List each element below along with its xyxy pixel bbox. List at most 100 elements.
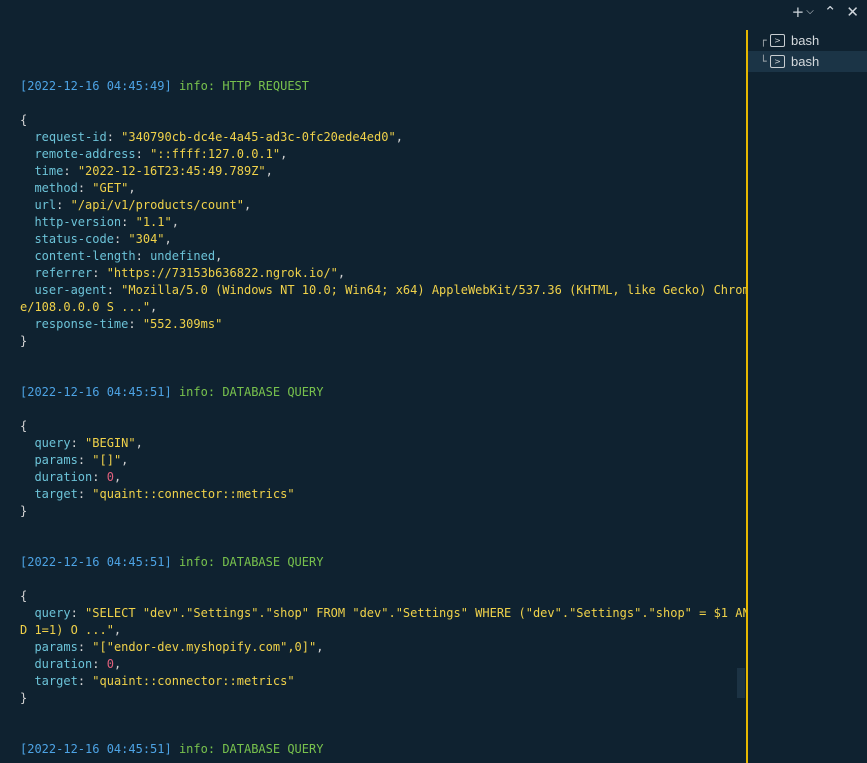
terminal-item-bash-1[interactable]: ┌ > bash: [748, 30, 867, 51]
field-value: "BEGIN": [85, 436, 136, 450]
field-key: target: [34, 674, 78, 688]
log-field: referrer: "https://73153b636822.ngrok.io…: [20, 265, 732, 282]
comma: ,: [243, 198, 252, 212]
field-key: query: [34, 606, 71, 620]
field-key: response-time: [34, 317, 129, 331]
terminal-scrollbar[interactable]: [737, 668, 745, 698]
colon: :: [121, 215, 136, 229]
log-field: request-id: "340790cb-dc4e-4a45-ad3c-0fc…: [20, 129, 732, 146]
comma: ,: [113, 623, 122, 637]
field-key: target: [34, 487, 78, 501]
colon: :: [70, 606, 86, 620]
field-value: "Mozilla/5.0 (Windows NT 10.0; Win64; x6…: [121, 283, 746, 297]
log-header: [2022-12-16 04:45:49] info: HTTP REQUEST: [20, 78, 732, 95]
brace: {: [20, 419, 28, 433]
log-message: DATABASE QUERY: [222, 742, 324, 756]
close-icon[interactable]: ✕: [846, 4, 859, 20]
colon: :: [106, 130, 122, 144]
comma: ,: [265, 164, 273, 178]
chevron-down-icon[interactable]: ⌵: [806, 4, 814, 20]
log-message: DATABASE QUERY: [222, 385, 324, 399]
colon: :: [106, 283, 122, 297]
comma: ,: [171, 215, 179, 229]
log-time: 04:45:51]: [106, 385, 172, 399]
field-value: "SELECT "dev"."Settings"."shop" FROM "de…: [85, 606, 746, 620]
colon: :: [63, 164, 78, 178]
terminal-item-label: bash: [791, 33, 820, 48]
field-value: "2022-12-16T23:45:49.789Z": [77, 164, 266, 178]
brace: }: [20, 504, 28, 518]
log-field: remote-address: "::ffff:127.0.0.1",: [20, 146, 732, 163]
comma: ,: [113, 657, 122, 671]
comma: ,: [150, 300, 158, 314]
log-time: 04:45:51]: [106, 555, 172, 569]
field-value: "1.1": [135, 215, 172, 229]
log-field: params: "[]",: [20, 452, 732, 469]
field-value: 0: [106, 657, 114, 671]
log-level: info:: [171, 742, 223, 756]
field-key: duration: [34, 657, 93, 671]
new-terminal-icon[interactable]: +: [792, 4, 805, 20]
brace: {: [20, 589, 28, 603]
log-field-wrap: D 1=1) O ...",: [20, 622, 732, 639]
field-value: "/api/v1/products/count": [70, 198, 244, 212]
log-date: [2022-12-16: [20, 555, 107, 569]
maximize-panel-icon[interactable]: ⌃: [824, 4, 837, 20]
field-key: url: [34, 198, 57, 212]
log-date: [2022-12-16: [20, 79, 107, 93]
colon: :: [113, 232, 129, 246]
close-brace: }: [20, 690, 732, 707]
log-message: HTTP REQUEST: [222, 79, 310, 93]
field-value: "quaint::connector::metrics": [92, 487, 295, 501]
log-field: user-agent: "Mozilla/5.0 (Windows NT 10.…: [20, 282, 746, 299]
log-time: 04:45:51]: [106, 742, 172, 756]
log-field: query: "SELECT "dev"."Settings"."shop" F…: [20, 605, 746, 622]
log-time: 04:45:49]: [106, 79, 172, 93]
field-value-wrap: e/108.0.0.0 S ...": [20, 300, 151, 314]
field-value: "[]": [92, 453, 122, 467]
colon: :: [77, 640, 93, 654]
log-header: [2022-12-16 04:45:51] info: DATABASE QUE…: [20, 741, 732, 758]
comma: ,: [395, 130, 403, 144]
close-brace: }: [20, 333, 732, 350]
log-field: duration: 0,: [20, 469, 732, 486]
log-field: http-version: "1.1",: [20, 214, 732, 231]
comma: ,: [164, 232, 172, 246]
field-value: "GET": [92, 181, 129, 195]
log-date: [2022-12-16: [20, 742, 107, 756]
field-key: referrer: [34, 266, 93, 280]
colon: :: [92, 657, 107, 671]
panel-sash[interactable]: [746, 30, 748, 763]
colon: :: [92, 470, 107, 484]
field-value: "552.309ms": [142, 317, 223, 331]
field-key: http-version: [34, 215, 122, 229]
tree-connector: ┌: [760, 34, 767, 47]
colon: :: [135, 249, 151, 263]
terminal-output[interactable]: [2022-12-16 04:45:49] info: HTTP REQUEST…: [0, 0, 746, 763]
terminal-item-label: bash: [791, 54, 820, 69]
colon: :: [70, 436, 86, 450]
comma: ,: [316, 640, 324, 654]
field-value: "https://73153b636822.ngrok.io/": [106, 266, 338, 280]
colon: :: [92, 266, 107, 280]
log-field: content-length: undefined,: [20, 248, 732, 265]
field-key: params: [34, 640, 78, 654]
terminal-item-bash-2[interactable]: └ > bash: [748, 51, 867, 72]
tree-connector: └: [760, 55, 767, 68]
colon: :: [56, 198, 71, 212]
log-level: info:: [171, 79, 223, 93]
field-key: content-length: [34, 249, 136, 263]
terminal-list: ┌ > bash └ > bash: [748, 30, 867, 72]
